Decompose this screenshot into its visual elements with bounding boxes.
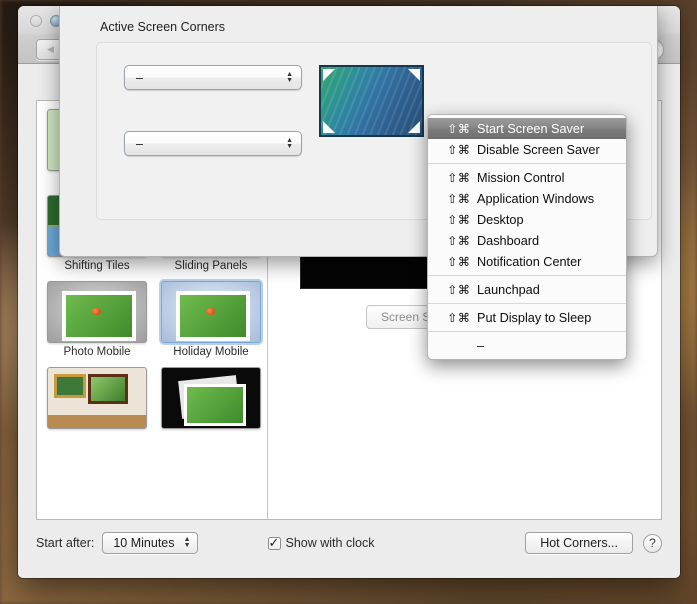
menu-separator [428,331,626,332]
menu-item-label: Dashboard [477,233,540,248]
shortcut-keys-icon: ⇧⌘ [447,170,471,185]
help-button[interactable]: ? [643,533,662,553]
menu-item[interactable]: ⇧⌘ Start Screen Saver [428,118,626,139]
system-preferences-window: Desktop & Screen Saver ◀ ▶ Show All Desk… [18,6,680,578]
bottom-control-bar: Start after: 10 Minutes ▲▼ Show with clo… [36,526,662,560]
menu-item[interactable]: ⇧⌘ Application Windows [428,188,626,209]
menu-separator [428,275,626,276]
menu-item[interactable]: ⇧⌘ Notification Center [428,251,626,272]
menu-item-label: Application Windows [477,191,595,206]
shortcut-keys-icon: ⇧⌘ [447,282,471,297]
screen-saver-thumbnail [161,367,261,429]
menu-item-label: Put Display to Sleep [477,310,592,325]
start-after-popup-button[interactable]: 10 Minutes ▲ ▼ [102,532,198,554]
bottom-left-corner-value: – [136,136,143,151]
show-with-clock-label: Show with clock [285,536,375,550]
screen-saver-item[interactable]: Holiday Mobile [157,281,265,358]
shortcut-keys-icon: ⇧⌘ [447,254,471,269]
wallpaper-texture [321,67,422,135]
start-after-value: 10 Minutes [113,536,175,550]
menu-item[interactable]: ⇧⌘ Desktop [428,209,626,230]
show-with-clock-control[interactable]: Show with clock [267,535,375,551]
screen-saver-label: Shifting Tiles [64,260,130,272]
corner-marker-top-right-icon [408,69,420,81]
menu-item-label: Disable Screen Saver [477,142,600,157]
menu-separator [428,163,626,164]
start-after-label: Start after: [36,536,95,550]
menu-item-label: Start Screen Saver [477,121,585,136]
stepper-arrows-icon: ▲ ▼ [286,70,293,84]
sheet-title: Active Screen Corners [100,20,226,34]
show-with-clock-checkbox[interactable] [267,535,281,551]
top-left-corner-value: – [136,70,143,85]
corner-marker-top-left-icon [323,69,335,81]
shortcut-keys-icon: ⇧⌘ [447,142,471,157]
screen-saver-thumbnail [47,281,147,343]
stepper-arrows-icon: ▲ ▼ [183,536,191,549]
bottom-left-corner-popup[interactable]: – ▲ ▼ [124,131,302,156]
hot-corner-action-menu[interactable]: ⇧⌘ Start Screen Saver ⇧⌘ Disable Screen Sav… [427,114,627,360]
top-left-corner-popup[interactable]: – ▲ ▼ [124,65,302,90]
screen-saver-item[interactable] [43,367,151,432]
corner-marker-bottom-left-icon [323,121,335,133]
menu-item[interactable]: ⇧⌘ Mission Control [428,167,626,188]
shortcut-keys-icon: ⇧⌘ [447,191,471,206]
screen-saver-thumbnail [47,367,147,429]
menu-item-label: Notification Center [477,254,582,269]
stepper-arrows-icon: ▲ ▼ [286,136,293,150]
hot-corners-button[interactable]: Hot Corners... [525,532,633,554]
screen-saver-label: Photo Mobile [63,346,131,358]
menu-item-label: – [477,338,485,353]
screen-saver-thumbnail [161,281,261,343]
shortcut-keys-icon: ⇧⌘ [447,310,471,325]
screen-saver-label: Holiday Mobile [173,346,249,358]
menu-item[interactable]: ⇧⌘ Put Display to Sleep [428,307,626,328]
menu-item[interactable]: ⇧⌘ Launchpad [428,279,626,300]
shortcut-keys-icon: ⇧⌘ [447,212,471,227]
menu-item-label: Launchpad [477,282,540,297]
shortcut-keys-icon: ⇧⌘ [447,121,471,136]
menu-item[interactable]: ⇧⌘ Dashboard [428,230,626,251]
menu-item[interactable]: ⇧⌘ Disable Screen Saver [428,139,626,160]
corner-marker-bottom-right-icon [408,121,420,133]
shortcut-keys-icon: ⇧⌘ [447,233,471,248]
menu-item-label: Desktop [477,212,524,227]
screen-saver-item[interactable] [157,367,265,432]
menu-separator [428,303,626,304]
menu-item-label: Mission Control [477,170,565,185]
screen-saver-item[interactable]: Photo Mobile [43,281,151,358]
mini-display-preview [319,65,424,137]
menu-item[interactable]: – [428,335,626,356]
screen-saver-label: Sliding Panels [174,260,248,272]
